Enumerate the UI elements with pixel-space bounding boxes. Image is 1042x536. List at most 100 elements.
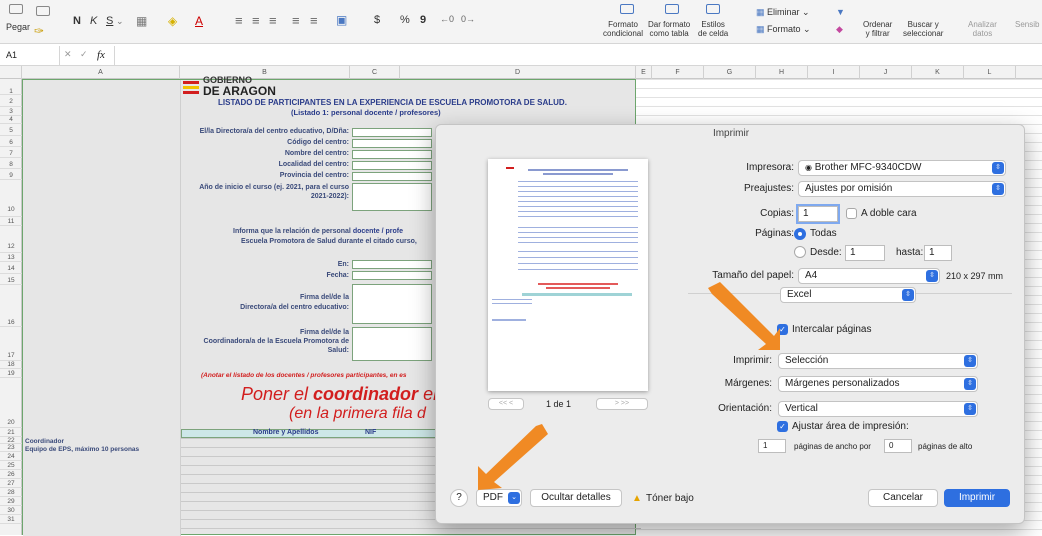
locality-field[interactable] <box>352 161 432 170</box>
fecha-field[interactable] <box>352 271 432 280</box>
sensitivity-button[interactable]: Sensib <box>1015 20 1039 29</box>
row-header[interactable]: 1 <box>0 79 22 95</box>
row-header[interactable]: 21 <box>0 428 22 437</box>
indent-icon[interactable]: ≡ <box>310 13 318 28</box>
pages-to-input[interactable]: 1 <box>924 245 952 261</box>
row-header[interactable]: 27 <box>0 479 22 488</box>
align-right-icon[interactable]: ≡ <box>269 13 277 28</box>
outdent-icon[interactable]: ≡ <box>292 13 300 28</box>
increase-decimal-icon[interactable]: ←0 <box>440 14 454 24</box>
italic-button[interactable]: K <box>90 15 97 27</box>
pages-from-input[interactable]: 1 <box>845 245 885 261</box>
row-header[interactable]: 16 <box>0 285 22 327</box>
borders-icon[interactable]: ▦ <box>136 14 147 28</box>
fill-color-icon[interactable]: ◈ <box>168 14 177 28</box>
row-header[interactable]: 7 <box>0 147 22 158</box>
signature-coord-field[interactable] <box>352 327 432 361</box>
analyze-data-button[interactable]: Analizar datos <box>968 20 997 38</box>
column-header[interactable]: F <box>652 66 704 79</box>
row-header[interactable]: 23 <box>0 444 22 452</box>
province-field[interactable] <box>352 172 432 181</box>
currency-button[interactable]: $ <box>374 14 380 26</box>
eraser-icon[interactable]: ◆ <box>836 24 843 35</box>
column-header[interactable]: A <box>22 66 180 79</box>
thousands-button[interactable]: 9 <box>420 14 426 26</box>
check-icon[interactable]: ✓ <box>80 49 88 60</box>
conditional-format-button[interactable]: Formato condicional <box>603 20 643 38</box>
cancel-icon[interactable]: ✕ <box>64 49 72 60</box>
copies-input[interactable]: 1 <box>796 204 840 224</box>
row-header[interactable]: 30 <box>0 506 22 515</box>
fit-height-input[interactable]: 0 <box>884 439 912 453</box>
presets-select[interactable]: Ajustes por omisión ⇳ <box>798 181 1006 197</box>
paste-icon[interactable] <box>9 4 23 14</box>
column-header[interactable]: K <box>912 66 964 79</box>
sort-filter-button[interactable]: Ordenar y filtrar <box>863 20 892 38</box>
printer-select[interactable]: ◉ Brother MFC-9340CDW ⇳ <box>798 160 1006 176</box>
preview-nav-forward[interactable]: > >> <box>596 398 648 410</box>
row-header[interactable]: 22 <box>0 437 22 444</box>
row-header[interactable]: 31 <box>0 515 22 524</box>
pages-all-radio[interactable] <box>794 228 806 240</box>
row-header[interactable]: 24 <box>0 452 22 461</box>
row-header[interactable]: 13 <box>0 253 22 262</box>
en-field[interactable] <box>352 260 432 269</box>
orientation-select[interactable]: Vertical ⇳ <box>778 401 978 417</box>
code-field[interactable] <box>352 139 432 148</box>
cell-styles-button[interactable]: Estilos de celda <box>698 20 728 38</box>
row-header[interactable]: 10 <box>0 180 22 217</box>
row-header[interactable]: 12 <box>0 226 22 253</box>
format-cells-button[interactable]: ▦ Formato ⌄ <box>756 24 811 35</box>
row-header[interactable]: 4 <box>0 116 22 124</box>
row-header[interactable]: 20 <box>0 378 22 428</box>
row-header[interactable]: 8 <box>0 158 22 169</box>
underline-button[interactable]: S <box>106 15 113 27</box>
row-header[interactable]: 6 <box>0 136 22 147</box>
row-header[interactable]: 5 <box>0 124 22 136</box>
column-header[interactable]: J <box>860 66 912 79</box>
percent-button[interactable]: % <box>400 14 410 26</box>
print-button[interactable]: Imprimir <box>944 489 1010 507</box>
format-painter-icon[interactable]: ✑ <box>34 24 44 38</box>
column-header[interactable]: D <box>400 66 636 79</box>
row-header[interactable]: 29 <box>0 497 22 506</box>
paper-size-select[interactable]: A4 ⇳ <box>798 268 940 284</box>
row-header[interactable]: 2 <box>0 95 22 107</box>
name-box[interactable]: A1 <box>0 46 60 65</box>
column-header[interactable]: I <box>808 66 860 79</box>
bold-button[interactable]: N <box>73 15 81 27</box>
row-header[interactable]: 28 <box>0 488 22 497</box>
row-header[interactable]: 3 <box>0 107 22 116</box>
fit-checkbox[interactable]: ✓ <box>777 421 788 432</box>
column-header[interactable]: G <box>704 66 756 79</box>
director-field[interactable] <box>352 128 432 137</box>
column-header[interactable]: L <box>964 66 1016 79</box>
find-select-button[interactable]: Buscar y seleccionar <box>903 20 943 38</box>
help-button[interactable]: ? <box>450 489 468 507</box>
merge-cells-icon[interactable]: ▣ <box>336 13 347 27</box>
formula-input[interactable] <box>114 46 1042 65</box>
decrease-decimal-icon[interactable]: 0→ <box>461 14 475 24</box>
cancel-button[interactable]: Cancelar <box>868 489 938 507</box>
chevron-down-icon[interactable]: ⌄ <box>116 16 124 27</box>
row-header[interactable]: 14 <box>0 262 22 274</box>
font-color-icon[interactable]: A <box>195 14 203 28</box>
column-header[interactable]: C <box>350 66 400 79</box>
pages-range-radio[interactable] <box>794 246 806 258</box>
signature-director-field[interactable] <box>352 284 432 324</box>
name-field[interactable] <box>352 150 432 159</box>
function-icon[interactable]: fx <box>97 49 105 61</box>
fill-down-icon[interactable]: ▼ <box>836 7 845 17</box>
preview-nav-back[interactable]: << < <box>488 398 524 410</box>
paste-button[interactable]: Pegar <box>6 22 30 32</box>
row-header[interactable]: 25 <box>0 461 22 470</box>
print-what-select[interactable]: Selección ⇳ <box>778 353 978 369</box>
row-header[interactable]: 19 <box>0 369 22 378</box>
row-header[interactable]: 26 <box>0 470 22 479</box>
align-center-icon[interactable]: ≡ <box>252 13 260 28</box>
duplex-checkbox[interactable] <box>846 208 857 219</box>
row-header[interactable]: 15 <box>0 274 22 285</box>
column-header[interactable]: E <box>636 66 652 79</box>
row-header[interactable]: 18 <box>0 361 22 369</box>
app-options-select[interactable]: Excel ⇳ <box>780 287 916 303</box>
